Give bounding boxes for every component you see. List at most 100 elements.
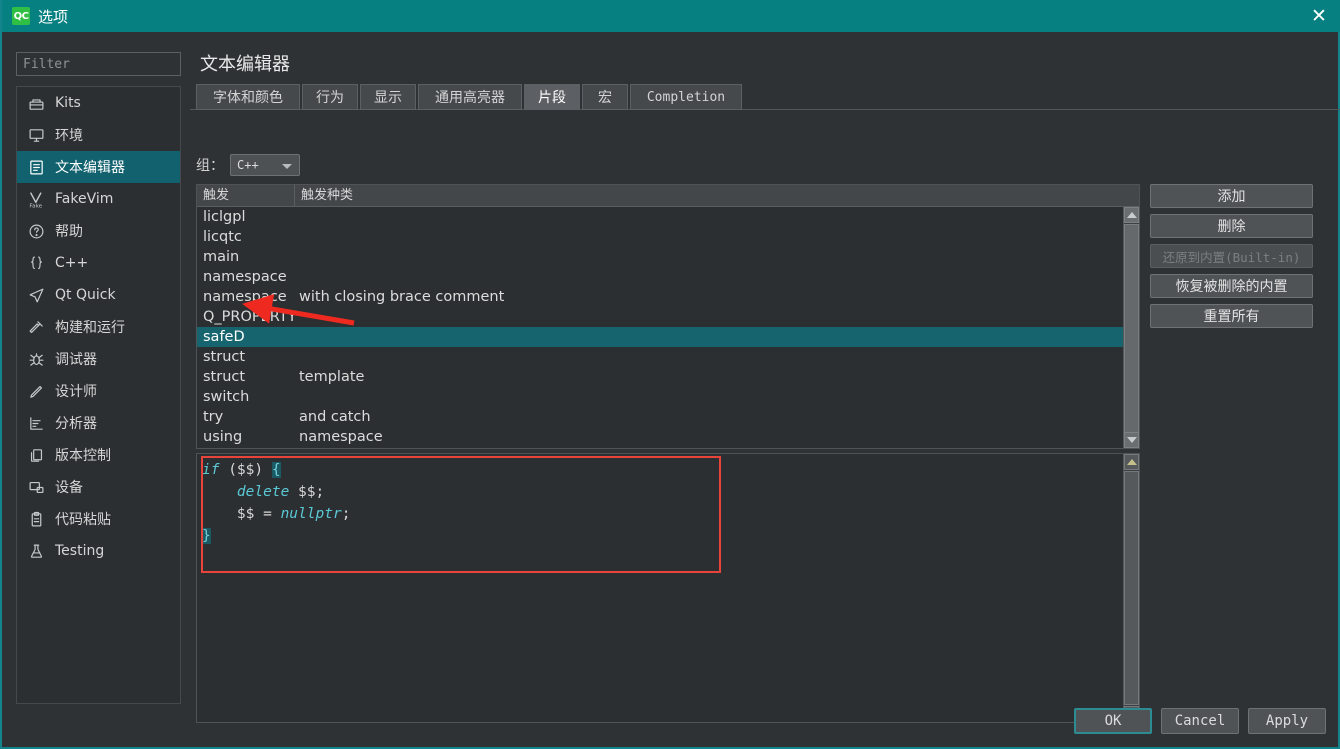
tab-2[interactable]: 显示 (360, 84, 416, 110)
sidebar-item-0[interactable]: Kits (17, 87, 180, 119)
cell-trigger-kind: template (299, 369, 365, 385)
tab-5[interactable]: 宏 (582, 84, 628, 110)
snippet-code[interactable]: if ($$) { delete $$; $$ = nullptr;} (197, 454, 1122, 547)
code-line: $$ = nullptr; (202, 503, 1122, 525)
cell-trigger: switch (203, 389, 250, 405)
editor-scroll-up-icon[interactable] (1124, 454, 1139, 470)
table-row[interactable]: try and catch (197, 407, 1139, 427)
snippet-button-1[interactable]: 删除 (1150, 214, 1313, 238)
snippet-table[interactable]: 触发 触发种类 liclgpl licqtc main namespace namesp… (196, 184, 1140, 449)
cell-trigger: Q_PROPERTY (203, 309, 297, 325)
table-row[interactable]: switch (197, 387, 1139, 407)
snippet-editor[interactable]: if ($$) { delete $$; $$ = nullptr;} (196, 453, 1140, 723)
paper-plane-icon (27, 286, 45, 304)
sidebar-item-label: 文本编辑器 (55, 160, 125, 176)
sidebar-item-3[interactable]: Fake FakeVim (17, 183, 180, 215)
snippet-editor-text-area[interactable]: if ($$) { delete $$; $$ = nullptr;} (197, 454, 1122, 722)
tab-4[interactable]: 片段 (524, 84, 580, 110)
cell-trigger-kind: with closing brace comment (299, 289, 505, 305)
tab-3[interactable]: 通用高亮器 (418, 84, 522, 110)
cell-trigger: namespace (203, 269, 287, 285)
table-row[interactable]: main (197, 247, 1139, 267)
close-icon[interactable]: ✕ (1296, 0, 1340, 32)
code-line: if ($$) { (202, 459, 1122, 481)
table-row[interactable]: struct (197, 347, 1139, 367)
sidebar-item-8[interactable]: 调试器 (17, 343, 180, 375)
cell-trigger-kind: and catch (299, 409, 371, 425)
cell-trigger-kind: namespace (299, 429, 383, 445)
sidebar-item-label: Testing (55, 543, 105, 559)
sidebar-item-14[interactable]: Testing (17, 535, 180, 567)
table-vertical-scrollbar[interactable] (1123, 207, 1139, 448)
column-header-trigger-kind[interactable]: 触发种类 (295, 185, 1139, 206)
sidebar-item-2[interactable]: 文本编辑器 (17, 151, 180, 183)
sidebar-item-13[interactable]: 代码粘贴 (17, 503, 180, 535)
filter-input[interactable]: Filter (16, 52, 181, 76)
sidebar-item-4[interactable]: 帮助 (17, 215, 180, 247)
table-row[interactable]: liclgpl (197, 207, 1139, 227)
tab-bar[interactable]: 字体和颜色 行为 显示 通用高亮器 片段宏 Completion (190, 84, 1340, 110)
sidebar-item-9[interactable]: 设计师 (17, 375, 180, 407)
table-row[interactable]: licqtc (197, 227, 1139, 247)
fakevim-icon: Fake (27, 190, 45, 208)
table-row[interactable]: safeD (197, 327, 1139, 347)
sidebar-item-10[interactable]: 分析器 (17, 407, 180, 439)
code-line: } (202, 525, 1122, 547)
sidebar: Filter Kits 环境文本编辑器 Fake FakeVim 帮助 C++ Qt Qui… (4, 32, 188, 704)
table-row[interactable]: Q_PROPERTY (197, 307, 1139, 327)
snippet-button-3[interactable]: 恢复被删除的内置 (1150, 274, 1313, 298)
braces-icon (27, 254, 45, 272)
code-token: { (271, 462, 281, 478)
editor-vertical-scrollbar[interactable] (1123, 454, 1139, 722)
code-token: delete (236, 484, 299, 500)
page-title: 文本编辑器 (200, 54, 290, 75)
snippet-button-0[interactable]: 添加 (1150, 184, 1313, 208)
table-row[interactable]: namespace (197, 267, 1139, 287)
table-body[interactable]: liclgpl licqtc main namespace namespace with … (197, 207, 1139, 448)
table-row[interactable]: struct template (197, 367, 1139, 387)
cell-trigger: safeD (203, 329, 245, 345)
help-icon (27, 222, 45, 240)
sidebar-item-7[interactable]: 构建和运行 (17, 311, 180, 343)
cancel-button[interactable]: Cancel (1161, 708, 1239, 734)
code-token: $$ = (202, 506, 281, 522)
scroll-up-icon[interactable] (1124, 207, 1139, 223)
text-editor-icon (27, 158, 45, 176)
cell-trigger: struct (203, 369, 246, 385)
sidebar-item-label: Qt Quick (55, 287, 116, 303)
pen-icon (27, 382, 45, 400)
sidebar-nav-list[interactable]: Kits 环境文本编辑器 Fake FakeVim 帮助 C++ Qt Quick 构建和运行… (16, 86, 181, 704)
table-header: 触发 触发种类 (197, 185, 1139, 207)
tab-1[interactable]: 行为 (302, 84, 358, 110)
sidebar-item-5[interactable]: C++ (17, 247, 180, 279)
sidebar-item-label: 设计师 (55, 384, 97, 400)
sidebar-item-label: FakeVim (55, 191, 114, 207)
analyzer-icon (27, 414, 45, 432)
group-combobox[interactable]: C++ (230, 154, 300, 176)
cell-trigger: licqtc (203, 229, 242, 245)
kits-icon (27, 94, 45, 112)
sidebar-item-label: Kits (55, 95, 81, 111)
scrollbar-thumb[interactable] (1124, 224, 1139, 444)
clipboard-icon (27, 510, 45, 528)
table-row[interactable]: using namespace (197, 427, 1139, 447)
table-row[interactable]: namespace with closing brace comment (197, 287, 1139, 307)
title-bar: QC 选项 ✕ (2, 0, 1340, 32)
tab-6[interactable]: Completion (630, 84, 742, 110)
column-header-trigger[interactable]: 触发 (197, 185, 295, 206)
editor-scrollbar-thumb[interactable] (1124, 471, 1139, 705)
tab-0[interactable]: 字体和颜色 (196, 84, 300, 110)
apply-button[interactable]: Apply (1248, 708, 1326, 734)
sidebar-item-6[interactable]: Qt Quick (17, 279, 180, 311)
settings-pane: 文本编辑器 字体和颜色 行为 显示 通用高亮器 片段宏 Completion 组： C++… (190, 32, 1340, 723)
sidebar-item-11[interactable]: 版本控制 (17, 439, 180, 471)
sidebar-item-12[interactable]: 设备 (17, 471, 180, 503)
scroll-down-icon[interactable] (1124, 432, 1139, 448)
snippet-button-4[interactable]: 重置所有 (1150, 304, 1313, 328)
bug-icon (27, 350, 45, 368)
sidebar-item-1[interactable]: 环境 (17, 119, 180, 151)
sidebar-item-label: 环境 (55, 128, 83, 144)
cell-trigger: using (203, 429, 243, 445)
code-line: delete $$; (202, 481, 1122, 503)
ok-button[interactable]: OK (1074, 708, 1152, 734)
